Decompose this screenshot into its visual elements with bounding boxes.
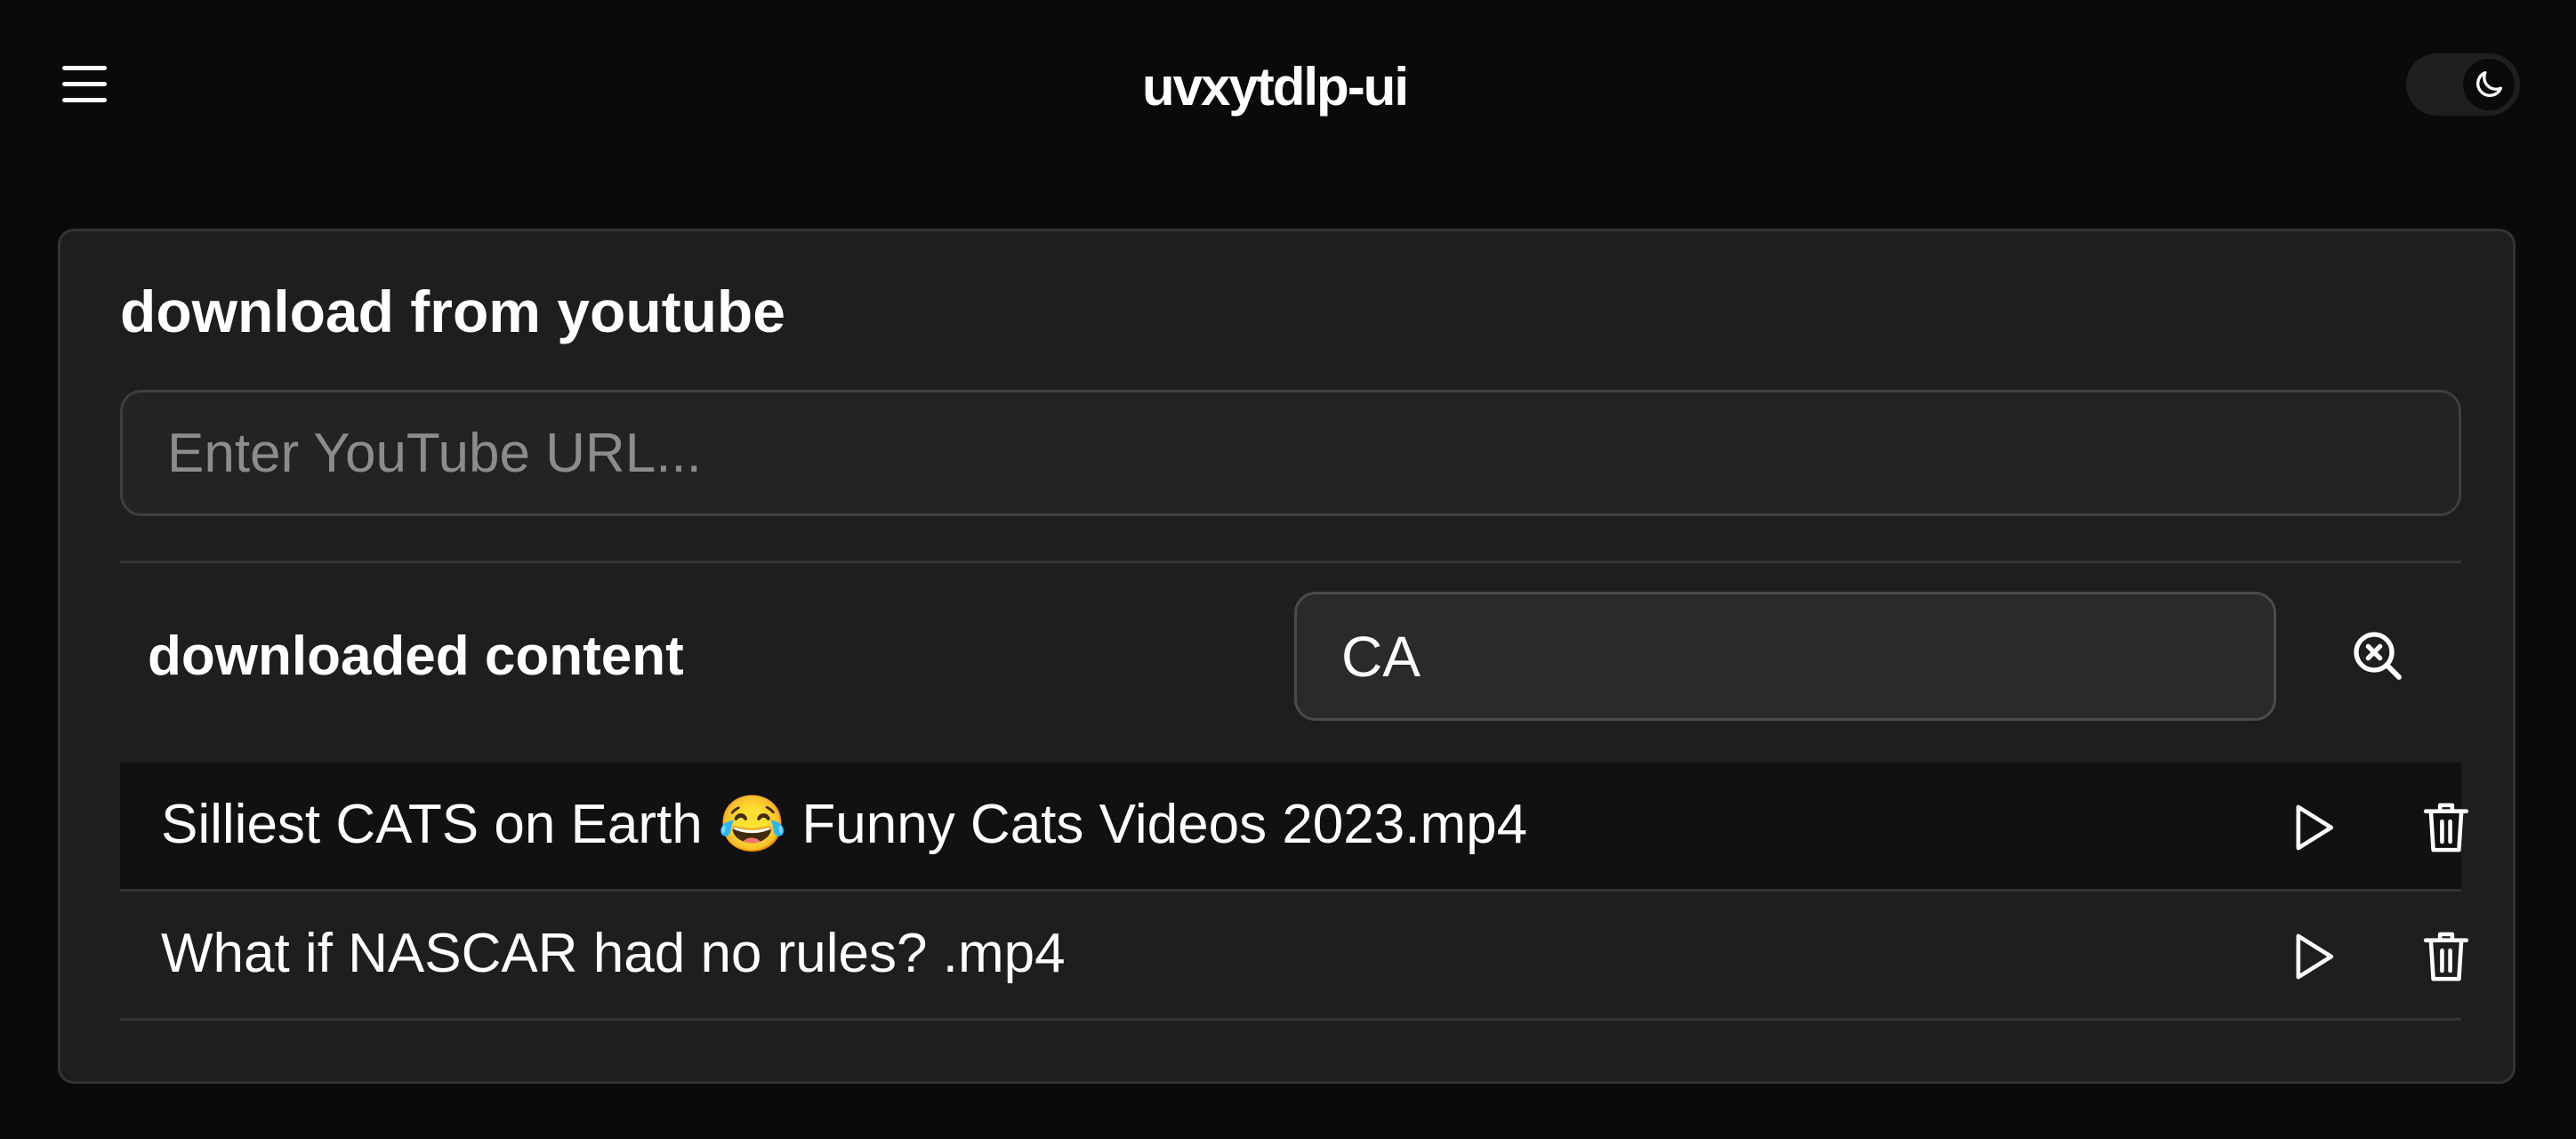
delete-button[interactable] bbox=[2415, 796, 2477, 859]
downloaded-file-list: Silliest CATS on Earth 😂 Funny Cats Vide… bbox=[120, 763, 2469, 1021]
play-button[interactable] bbox=[2282, 796, 2344, 859]
theme-toggle-knob bbox=[2463, 59, 2515, 110]
clear-search-button[interactable] bbox=[2338, 616, 2418, 696]
play-icon bbox=[2296, 933, 2334, 980]
trash-icon bbox=[2423, 932, 2469, 981]
play-button[interactable] bbox=[2282, 925, 2344, 988]
trash-icon bbox=[2423, 803, 2469, 852]
search-clear-icon bbox=[2354, 632, 2402, 680]
download-card-title: download from youtube bbox=[120, 279, 785, 344]
play-icon bbox=[2296, 804, 2334, 851]
file-row: What if NASCAR had no rules? .mp4 bbox=[120, 892, 2469, 1021]
theme-toggle[interactable] bbox=[2406, 53, 2520, 116]
youtube-url-input[interactable] bbox=[120, 390, 2461, 516]
top-bar: uvxytdlp-ui bbox=[0, 0, 2576, 178]
delete-button[interactable] bbox=[2415, 925, 2477, 988]
moon-icon bbox=[2476, 71, 2502, 97]
section-divider bbox=[120, 561, 2461, 563]
file-name: Silliest CATS on Earth 😂 Funny Cats Vide… bbox=[161, 794, 1528, 855]
downloaded-content-title: downloaded content bbox=[148, 626, 684, 687]
content-search-input[interactable] bbox=[1294, 592, 2276, 721]
app-title: uvxytdlp-ui bbox=[1141, 57, 1409, 117]
file-row: Silliest CATS on Earth 😂 Funny Cats Vide… bbox=[120, 763, 2469, 892]
download-card: download from youtube downloaded content… bbox=[58, 229, 2516, 1084]
file-name: What if NASCAR had no rules? .mp4 bbox=[161, 923, 1066, 984]
